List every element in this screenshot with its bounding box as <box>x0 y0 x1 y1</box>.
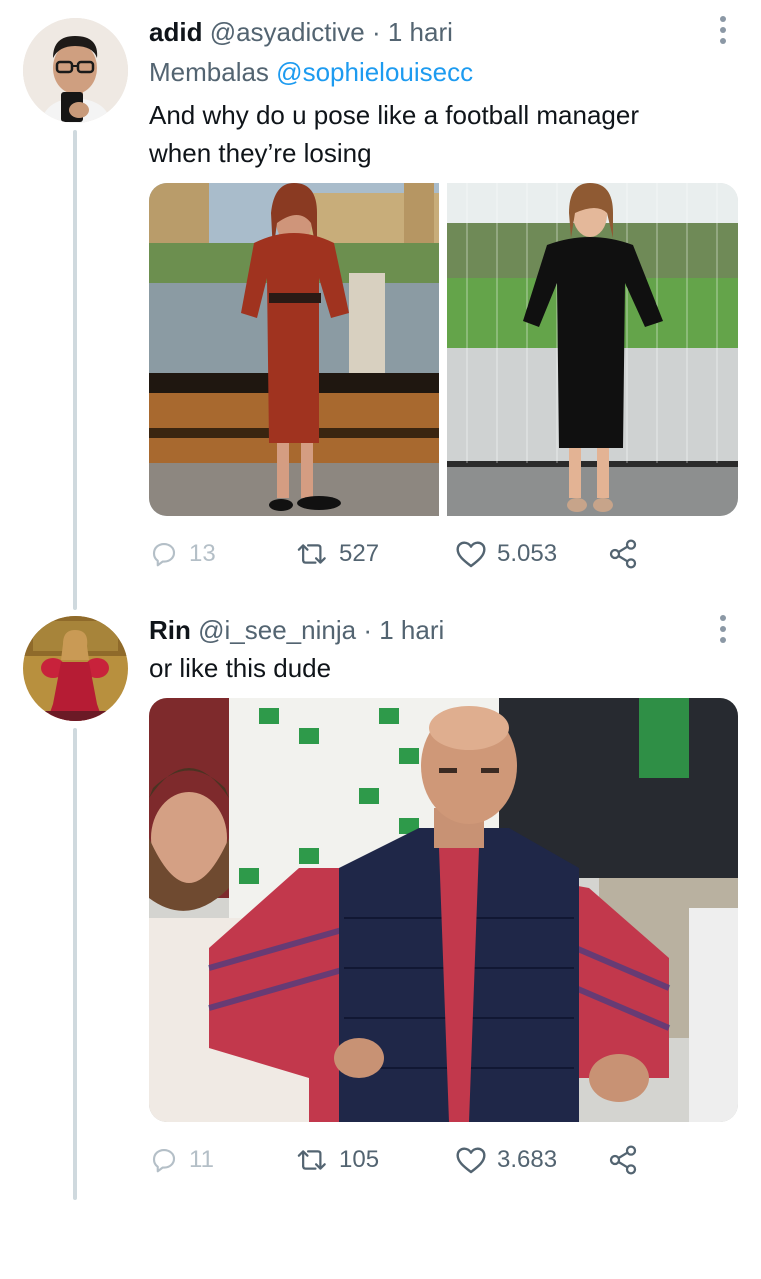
like-button[interactable]: 3.683 <box>455 1140 557 1180</box>
tweet-text: And why do u pose like a football manage… <box>149 96 721 172</box>
retweet-icon <box>297 1150 326 1170</box>
user-handle[interactable]: @i_see_ninja <box>198 615 356 645</box>
timestamp[interactable]: 1 hari <box>388 17 453 47</box>
retweet-button[interactable]: 527 <box>297 534 379 574</box>
reply-button[interactable]: 13 <box>149 534 216 574</box>
woman-red-dress-photo-icon[interactable] <box>149 183 439 516</box>
heart-icon <box>456 1147 486 1174</box>
tweet-actions: 13 527 5.053 <box>149 534 649 574</box>
woman-red-gown-avatar-icon <box>23 616 128 721</box>
tweet-1[interactable]: adid @asyadictive · 1 hari Membalas @sop… <box>0 0 761 600</box>
share-button[interactable] <box>607 534 639 574</box>
more-options-icon[interactable] <box>719 614 727 644</box>
media-single <box>149 698 738 1122</box>
tweet-header: adid @asyadictive · 1 hari <box>149 15 701 49</box>
reply-count: 13 <box>189 540 216 567</box>
tweet-text-line: And why do u pose like a football manage… <box>149 100 639 130</box>
media-grid <box>149 183 738 516</box>
share-icon <box>609 539 637 569</box>
man-with-glasses-avatar-icon <box>23 18 128 123</box>
reply-icon <box>152 542 176 567</box>
avatar[interactable] <box>23 616 128 721</box>
tweet-2[interactable]: Rin @i_see_ninja · 1 hari or like this d… <box>0 600 761 1200</box>
reply-button[interactable]: 11 <box>149 1140 214 1180</box>
tweet-actions <box>149 1239 649 1279</box>
like-count: 3.683 <box>497 1146 558 1173</box>
tweet-actions: 11 105 3.683 <box>149 1140 649 1180</box>
tweet-text-line: or like this dude <box>149 653 332 683</box>
timestamp[interactable]: 1 hari <box>379 615 444 645</box>
tweet-header: Rin @i_see_ninja · 1 hari <box>149 613 701 647</box>
tweet-text-line: when they’re losing <box>149 138 372 168</box>
more-options-icon[interactable] <box>719 15 727 45</box>
separator-dot: · <box>363 615 372 645</box>
reply-count: 11 <box>189 1146 214 1173</box>
avatar[interactable] <box>23 18 128 123</box>
separator-dot: · <box>371 17 381 47</box>
retweet-button[interactable]: 105 <box>297 1140 379 1180</box>
like-button[interactable]: 5.053 <box>455 534 557 574</box>
like-count: 5.053 <box>497 540 558 567</box>
retweet-icon <box>297 544 326 564</box>
tweet-text: or like this dude <box>149 649 721 687</box>
reply-icon <box>152 1148 176 1173</box>
replying-to-label: Membalas <box>149 57 269 87</box>
heart-icon <box>456 541 486 568</box>
mention-link[interactable]: @sophielouisecc <box>276 57 473 87</box>
display-name[interactable]: Rin <box>149 615 191 645</box>
retweet-count: 105 <box>339 1146 380 1173</box>
retweet-count: 527 <box>339 540 380 567</box>
replying-to: Membalas @sophielouisecc <box>149 55 473 89</box>
share-button[interactable] <box>607 1140 639 1180</box>
user-handle[interactable]: @asyadictive <box>210 17 365 47</box>
woman-black-dress-photo-icon[interactable] <box>447 183 738 516</box>
display-name[interactable]: adid <box>149 17 202 47</box>
share-icon <box>609 1145 637 1175</box>
man-hands-on-hips-photo-icon[interactable] <box>149 698 738 1122</box>
